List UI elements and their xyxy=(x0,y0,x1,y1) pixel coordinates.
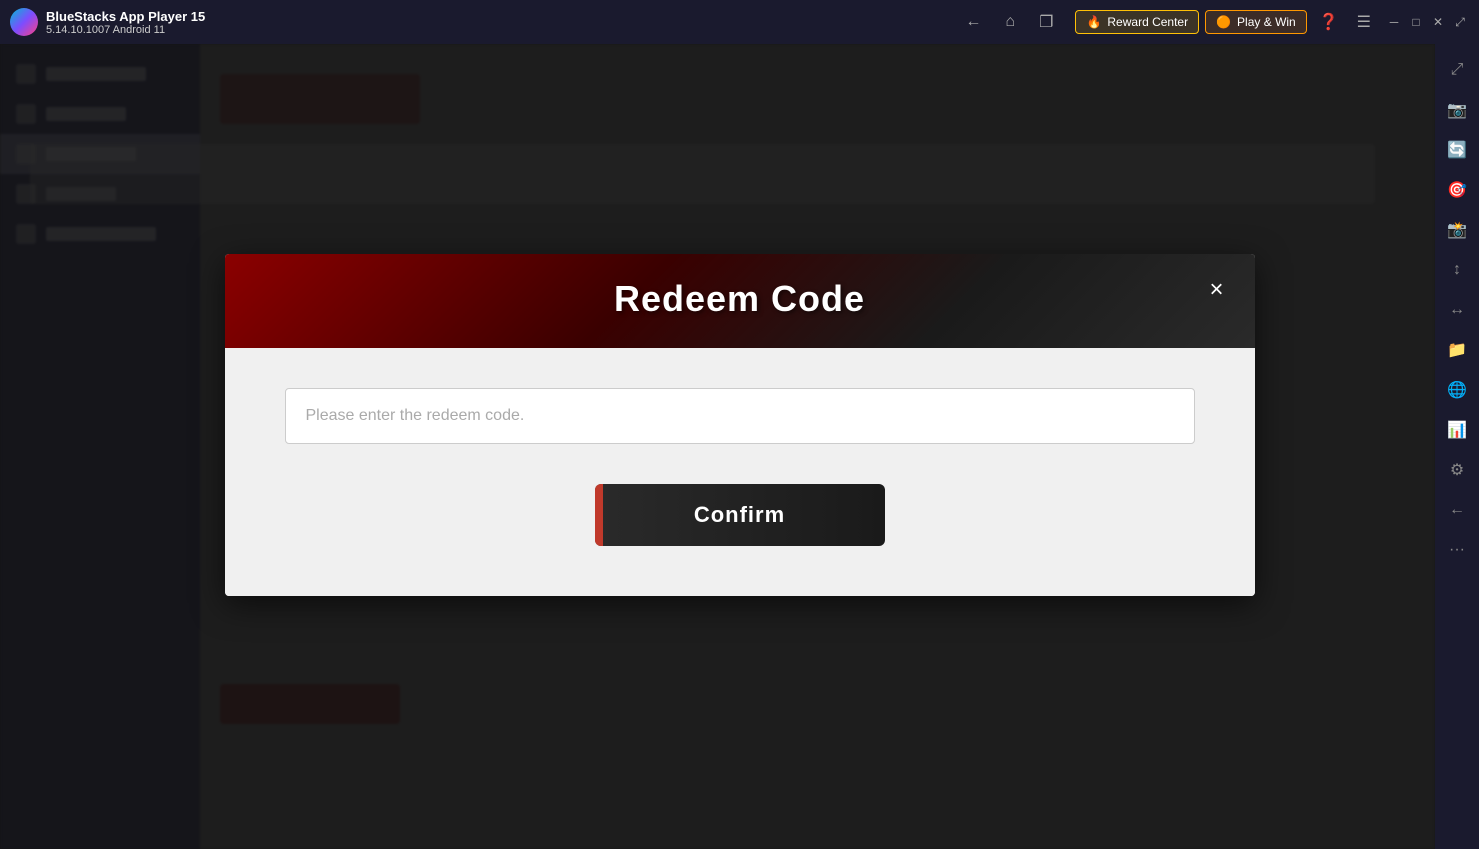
confirm-button-label: Confirm xyxy=(694,502,785,527)
dialog-header: Redeem Code × xyxy=(225,254,1255,348)
dialog-title: Redeem Code xyxy=(614,278,865,320)
redeem-dialog: Redeem Code × Confirm xyxy=(225,254,1255,596)
help-icon[interactable]: ❓ xyxy=(1313,8,1345,36)
confirm-button-accent xyxy=(595,484,603,546)
sidebar-back-icon[interactable]: ← xyxy=(1439,492,1475,528)
maximize-button[interactable]: □ xyxy=(1407,13,1425,31)
title-bar: BlueStacks App Player 15 5.14.10.1007 An… xyxy=(0,0,1479,44)
sidebar-horizontal-icon[interactable]: ↔ xyxy=(1439,292,1475,328)
reward-center-label: Reward Center xyxy=(1107,15,1188,29)
window-controls: ─ □ ✕ ⤢ xyxy=(1385,13,1469,31)
reward-center-icon: 🔥 xyxy=(1086,15,1101,29)
play-win-icon: 🟠 xyxy=(1216,15,1231,29)
sidebar-more-icon[interactable]: ··· xyxy=(1439,532,1475,568)
dialog-body: Confirm xyxy=(225,348,1255,596)
hamburger-icon[interactable]: ☰ xyxy=(1351,8,1377,36)
sidebar-expand-icon[interactable]: ⤢ xyxy=(1439,52,1475,88)
title-actions: 🔥 Reward Center 🟠 Play & Win ❓ ☰ xyxy=(1075,8,1377,36)
sidebar-chart-icon[interactable]: 📊 xyxy=(1439,412,1475,448)
nav-home-button[interactable]: ⌂ xyxy=(999,9,1021,35)
play-win-label: Play & Win xyxy=(1237,15,1296,29)
sidebar-folder-icon[interactable]: 📁 xyxy=(1439,332,1475,368)
sidebar-globe-icon[interactable]: 🌐 xyxy=(1439,372,1475,408)
confirm-button[interactable]: Confirm xyxy=(595,484,885,546)
minimize-button[interactable]: ─ xyxy=(1385,13,1403,31)
nav-multi-button[interactable]: ❐ xyxy=(1033,8,1059,36)
right-sidebar: ⤢ 📷 🔄 🎯 📸 ↕ ↔ 📁 🌐 📊 ⚙ ← ··· xyxy=(1435,44,1479,849)
play-win-button[interactable]: 🟠 Play & Win xyxy=(1205,10,1307,34)
nav-controls: ← ⌂ ❐ xyxy=(959,8,1059,36)
sidebar-refresh-icon[interactable]: 🔄 xyxy=(1439,132,1475,168)
close-button[interactable]: ✕ xyxy=(1429,13,1447,31)
app-version: 5.14.10.1007 Android 11 xyxy=(46,24,959,36)
sidebar-vertical-icon[interactable]: ↕ xyxy=(1439,252,1475,288)
redeem-code-input[interactable] xyxy=(285,388,1195,444)
app-info: BlueStacks App Player 15 5.14.10.1007 An… xyxy=(46,9,959,36)
app-logo xyxy=(10,8,38,36)
reward-center-button[interactable]: 🔥 Reward Center xyxy=(1075,10,1199,34)
nav-back-button[interactable]: ← xyxy=(959,9,987,35)
sidebar-screenshot-icon[interactable]: 📸 xyxy=(1439,212,1475,248)
sidebar-target-icon[interactable]: 🎯 xyxy=(1439,172,1475,208)
dialog-close-button[interactable]: × xyxy=(1199,272,1235,308)
app-name: BlueStacks App Player 15 xyxy=(46,9,959,24)
sidebar-camera-icon[interactable]: 📷 xyxy=(1439,92,1475,128)
sidebar-settings-icon[interactable]: ⚙ xyxy=(1439,452,1475,488)
expand-button[interactable]: ⤢ xyxy=(1451,13,1469,31)
